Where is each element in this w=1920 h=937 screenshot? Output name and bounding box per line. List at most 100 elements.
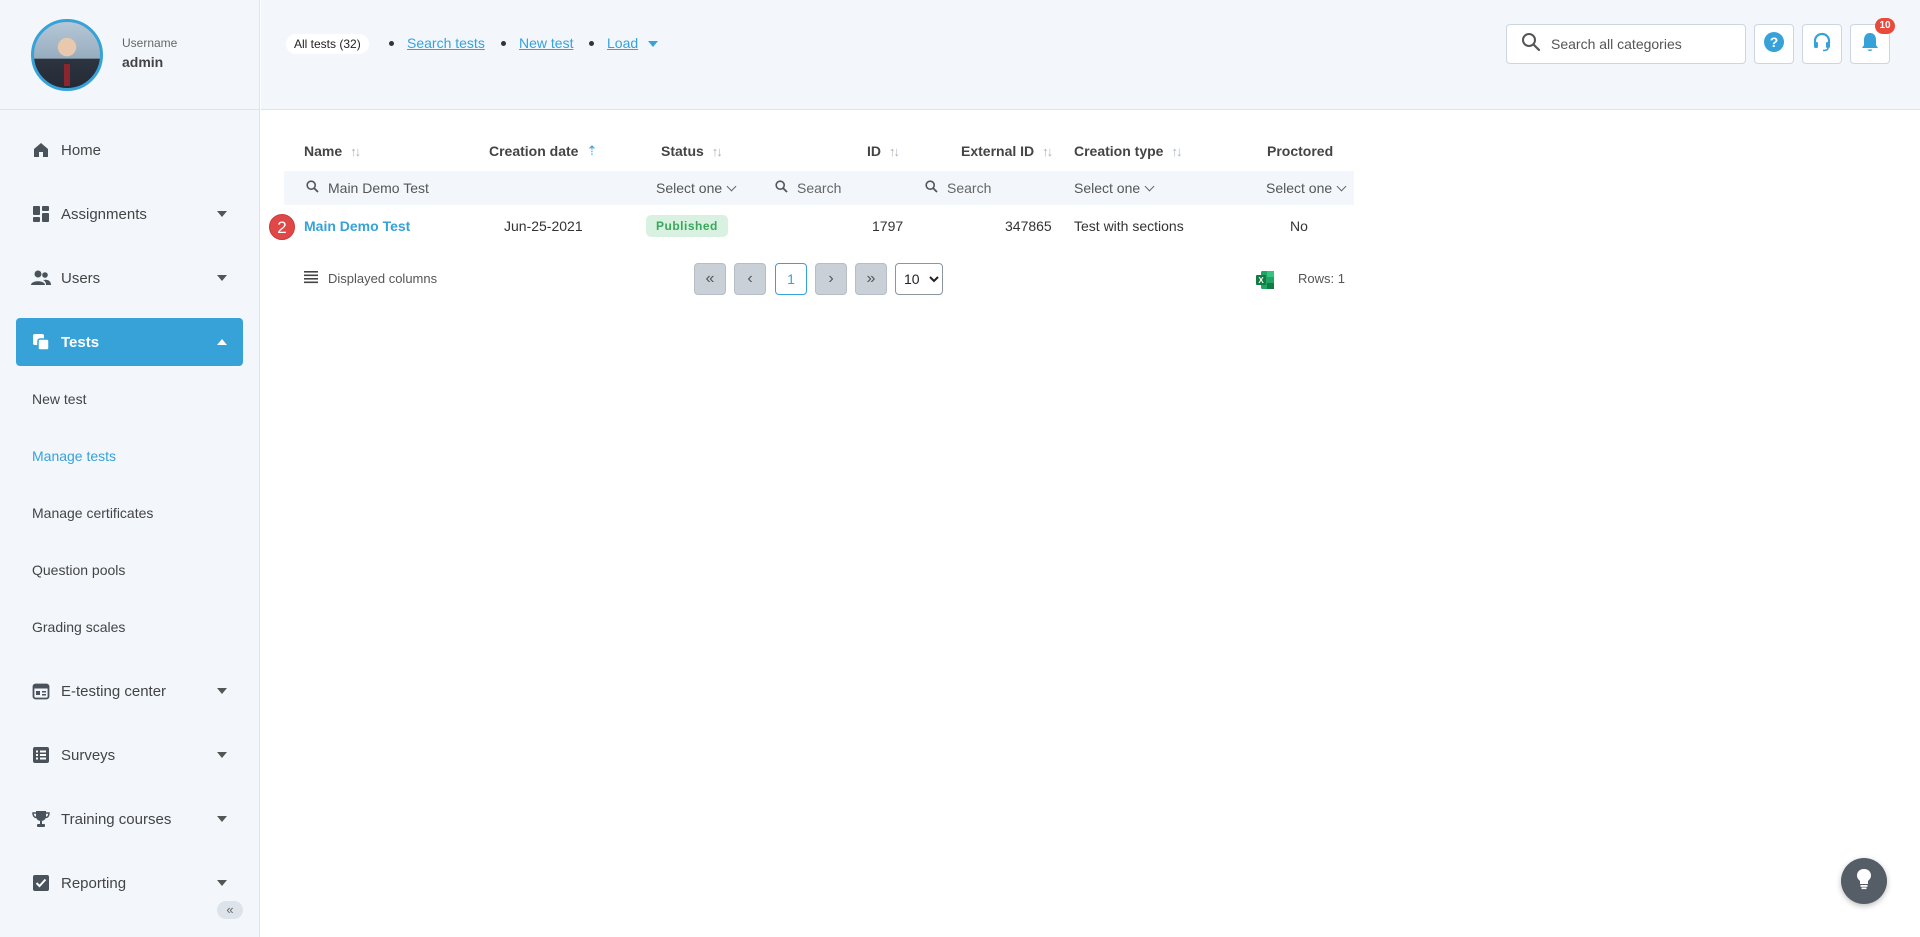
sidebar-item-label: E-testing center <box>61 682 167 700</box>
last-page-button[interactable]: » <box>855 263 887 295</box>
search-icon <box>775 180 788 196</box>
tips-button[interactable] <box>1841 858 1887 904</box>
sidebar-item-e-testing-center[interactable]: E-testing center <box>16 667 243 715</box>
test-name-link[interactable]: Main Demo Test <box>304 218 410 234</box>
separator-dot <box>501 41 506 46</box>
lightbulb-icon <box>1855 868 1873 895</box>
sidebar-subitem-manage-tests[interactable]: Manage tests <box>32 448 116 464</box>
help-button[interactable]: ? <box>1754 24 1794 64</box>
sidebar-item-surveys[interactable]: Surveys <box>16 731 243 779</box>
creation-type-filter-select[interactable]: Select one <box>1074 171 1155 205</box>
sidebar-item-home[interactable]: Home <box>16 126 243 174</box>
id-cell: 1797 <box>872 218 904 234</box>
sidebar-item-reporting[interactable]: Reporting <box>16 859 243 907</box>
separator-dot <box>389 41 394 46</box>
sidebar-item-label: Home <box>61 141 102 159</box>
global-search[interactable] <box>1506 24 1746 64</box>
next-page-button[interactable]: › <box>815 263 847 295</box>
previous-page-button[interactable]: ‹ <box>734 263 766 295</box>
chevron-down-icon <box>217 816 227 822</box>
sort-ascending-icon[interactable]: ⇡ <box>586 143 597 159</box>
sidebar-item-training-courses[interactable]: Training courses <box>16 795 243 843</box>
column-header-external-id[interactable]: External ID ↑↓ <box>961 143 1053 159</box>
page-1-button[interactable]: 1 <box>775 263 807 295</box>
calendar-icon <box>31 681 51 701</box>
sort-icon[interactable]: ↑↓ <box>889 144 900 159</box>
chevron-down-icon <box>217 880 227 886</box>
external-id-filter[interactable] <box>925 171 1057 205</box>
svg-text:X: X <box>1258 276 1264 285</box>
excel-export-icon[interactable]: X <box>1255 270 1275 290</box>
column-header-proctored: Proctored <box>1267 143 1333 159</box>
sidebar-item-label: Reporting <box>61 874 127 892</box>
sidebar-subitem-manage-certificates[interactable]: Manage certificates <box>32 505 153 521</box>
proctored-cell: No <box>1290 218 1308 234</box>
home-icon <box>31 140 51 160</box>
double-chevron-left-icon: « <box>705 270 715 287</box>
load-link[interactable]: Load <box>607 35 638 51</box>
external-id-filter-input[interactable] <box>947 180 1057 196</box>
new-test-link[interactable]: New test <box>519 35 573 51</box>
sort-icon[interactable]: ↑↓ <box>1171 144 1182 159</box>
notifications-button[interactable]: 10 <box>1850 18 1895 64</box>
avatar[interactable] <box>31 19 103 91</box>
column-header-id[interactable]: ID ↑↓ <box>867 143 900 159</box>
chevron-up-icon <box>217 339 227 345</box>
chevron-down-icon <box>217 688 227 694</box>
name-filter[interactable] <box>306 171 528 205</box>
select-value: Select one <box>656 180 723 196</box>
page-size-select[interactable]: 10 <box>895 263 943 295</box>
list-icon <box>31 745 51 765</box>
columns-list-icon <box>304 270 318 287</box>
column-header-status[interactable]: Status ↑↓ <box>661 143 723 159</box>
column-header-creation-date[interactable]: Creation date ⇡ <box>489 143 597 159</box>
dashboard-icon <box>31 204 51 224</box>
sidebar-subitem-grading-scales[interactable]: Grading scales <box>32 619 125 635</box>
first-page-button[interactable]: « <box>694 263 726 295</box>
search-tests-link[interactable]: Search tests <box>407 35 485 51</box>
support-button[interactable] <box>1802 24 1842 64</box>
sidebar-item-assignments[interactable]: Assignments <box>16 190 243 238</box>
proctored-filter-select[interactable]: Select one <box>1266 171 1347 205</box>
sort-icon[interactable]: ↑↓ <box>350 144 361 159</box>
sidebar-item-label: Training courses <box>61 810 172 828</box>
id-filter[interactable] <box>775 171 907 205</box>
chevron-down-icon <box>217 752 227 758</box>
tests-icon <box>31 332 51 352</box>
column-label: External ID <box>961 143 1035 159</box>
id-filter-input[interactable] <box>797 180 907 196</box>
sidebar-subitem-new-test[interactable]: New test <box>32 391 86 407</box>
select-value: Select one <box>1266 180 1333 196</box>
column-label: Name <box>304 143 343 159</box>
sidebar-subitem-question-pools[interactable]: Question pools <box>32 562 125 578</box>
all-tests-chip[interactable]: All tests (32) <box>286 34 369 54</box>
global-search-input[interactable] <box>1551 36 1736 52</box>
sidebar-item-label: Users <box>61 269 101 287</box>
column-header-creation-type[interactable]: Creation type ↑↓ <box>1074 143 1182 159</box>
sidebar-item-label: Tests <box>61 333 100 351</box>
column-label: Creation date <box>489 143 579 159</box>
trophy-icon <box>31 809 51 829</box>
sort-icon[interactable]: ↑↓ <box>1042 144 1053 159</box>
username: admin <box>122 54 164 70</box>
status-filter-select[interactable]: Select one <box>656 171 737 205</box>
chevron-left-icon: ‹ <box>747 270 753 287</box>
chevron-down-icon <box>726 181 737 191</box>
column-header-name[interactable]: Name ↑↓ <box>304 143 361 159</box>
chevron-right-icon: › <box>828 270 834 287</box>
search-icon <box>925 180 938 196</box>
sidebar-item-tests[interactable]: Tests <box>16 318 243 366</box>
creation-date-cell: Jun-25-2021 <box>504 218 583 234</box>
sidebar-item-users[interactable]: Users <box>16 254 243 302</box>
displayed-columns-label: Displayed columns <box>328 270 438 286</box>
name-filter-input[interactable] <box>328 180 528 196</box>
filter-row: Select one Select one Select one <box>284 171 1354 205</box>
displayed-columns-button[interactable]: Displayed columns <box>304 261 437 295</box>
collapse-sidebar-button[interactable]: « <box>217 901 243 919</box>
report-icon <box>31 873 51 893</box>
rows-count: Rows: 1 <box>1298 270 1345 286</box>
chevron-down-icon[interactable] <box>648 41 658 47</box>
sort-icon[interactable]: ↑↓ <box>712 144 723 159</box>
step-number-badge: 2 <box>269 214 295 240</box>
headset-icon <box>1812 32 1832 57</box>
